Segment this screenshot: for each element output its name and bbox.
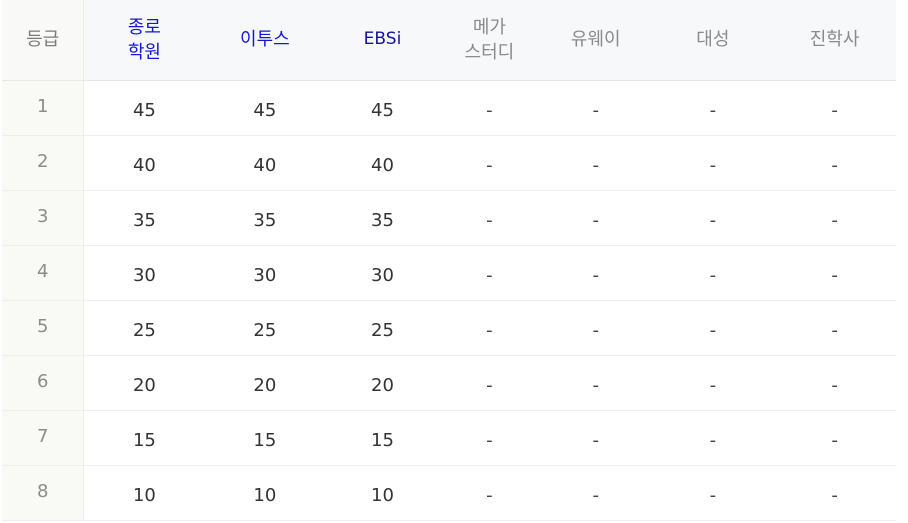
header-grade: 등급 (2, 0, 85, 81)
cell-jinhak: - (773, 80, 896, 136)
cell-uway: - (538, 245, 653, 301)
table-row: 1 45 45 45- - - - (2, 80, 896, 136)
cell-daesung: - (652, 410, 774, 466)
cell-megastudy: - (439, 190, 539, 246)
cell-ebsi: 10 (325, 465, 440, 521)
cell-jinhak: - (773, 355, 896, 411)
cell-ebsi: 25 (325, 300, 440, 356)
cell-ebsi: 20 (325, 355, 440, 411)
cell-megastudy: - (439, 355, 539, 411)
cell-jongro: 45 (83, 80, 205, 136)
cell-grade: 2 (2, 135, 85, 191)
header-etoos: 이투스 (204, 0, 326, 81)
cell-ebsi: 35 (325, 190, 440, 246)
cell-jinhak: - (773, 245, 896, 301)
cell-megastudy: - (439, 245, 539, 301)
cell-daesung: - (652, 300, 774, 356)
cell-grade: 4 (2, 245, 85, 301)
table-row: 6 20 20 20- - - - (2, 355, 896, 411)
cell-etoos: 45 (204, 80, 326, 136)
cell-etoos: 40 (204, 135, 326, 191)
cell-grade: 1 (2, 80, 85, 136)
cell-daesung: - (652, 465, 774, 521)
cell-jinhak: - (773, 135, 896, 191)
cell-daesung: - (652, 80, 774, 136)
table-row: 5 25 25 25- - - - (2, 300, 896, 356)
table-row: 2 40 40 40- - - - (2, 135, 896, 191)
table-row: 7 15 15 15- - - - (2, 410, 896, 466)
cell-jongro: 30 (83, 245, 205, 301)
cell-grade: 7 (2, 410, 85, 466)
cell-megastudy: - (439, 410, 539, 466)
cell-megastudy: - (439, 80, 539, 136)
cell-etoos: 20 (204, 355, 326, 411)
cell-jongro: 10 (83, 465, 205, 521)
table-row: 3 35 35 35- - - - (2, 190, 896, 246)
cell-etoos: 30 (204, 245, 326, 301)
cell-etoos: 10 (204, 465, 326, 521)
cell-jinhak: - (773, 300, 896, 356)
cell-ebsi: 45 (325, 80, 440, 136)
cell-jinhak: - (773, 410, 896, 466)
header-jongro: 종로 학원 (83, 0, 205, 81)
cell-jongro: 40 (83, 135, 205, 191)
cell-jongro: 25 (83, 300, 205, 356)
cell-etoos: 25 (204, 300, 326, 356)
cell-megastudy: - (439, 465, 539, 521)
cell-daesung: - (652, 245, 774, 301)
table-header-row: 등급 종로 학원 이투스 EBSi 메가 스터디 유웨이 대성 진학사 (2, 0, 896, 81)
cell-grade: 5 (2, 300, 85, 356)
cell-daesung: - (652, 190, 774, 246)
cell-jinhak: - (773, 190, 896, 246)
cell-jongro: 35 (83, 190, 205, 246)
cell-megastudy: - (439, 135, 539, 191)
cell-uway: - (538, 80, 653, 136)
header-uway: 유웨이 (538, 0, 653, 81)
header-ebsi: EBSi (325, 0, 440, 81)
cell-etoos: 15 (204, 410, 326, 466)
cell-daesung: - (652, 135, 774, 191)
cell-jongro: 15 (83, 410, 205, 466)
cell-ebsi: 30 (325, 245, 440, 301)
cell-uway: - (538, 465, 653, 521)
cell-etoos: 35 (204, 190, 326, 246)
cell-uway: - (538, 300, 653, 356)
cell-grade: 8 (2, 465, 85, 521)
cell-jinhak: - (773, 465, 896, 521)
cell-grade: 6 (2, 355, 85, 411)
header-jinhak: 진학사 (773, 0, 896, 81)
table-row: 8 10 10 10- - - - (2, 465, 896, 521)
cell-daesung: - (652, 355, 774, 411)
cell-ebsi: 40 (325, 135, 440, 191)
table-row: 4 30 30 30- - - - (2, 245, 896, 301)
header-daesung: 대성 (652, 0, 774, 81)
cell-uway: - (538, 410, 653, 466)
grade-cut-table: 등급 종로 학원 이투스 EBSi 메가 스터디 유웨이 대성 진학사 1 45 45 4… (2, 0, 896, 521)
cell-megastudy: - (439, 300, 539, 356)
header-megastudy: 메가 스터디 (439, 0, 539, 81)
cell-uway: - (538, 190, 653, 246)
cell-uway: - (538, 355, 653, 411)
cell-uway: - (538, 135, 653, 191)
cell-grade: 3 (2, 190, 85, 246)
cell-jongro: 20 (83, 355, 205, 411)
cell-ebsi: 15 (325, 410, 440, 466)
